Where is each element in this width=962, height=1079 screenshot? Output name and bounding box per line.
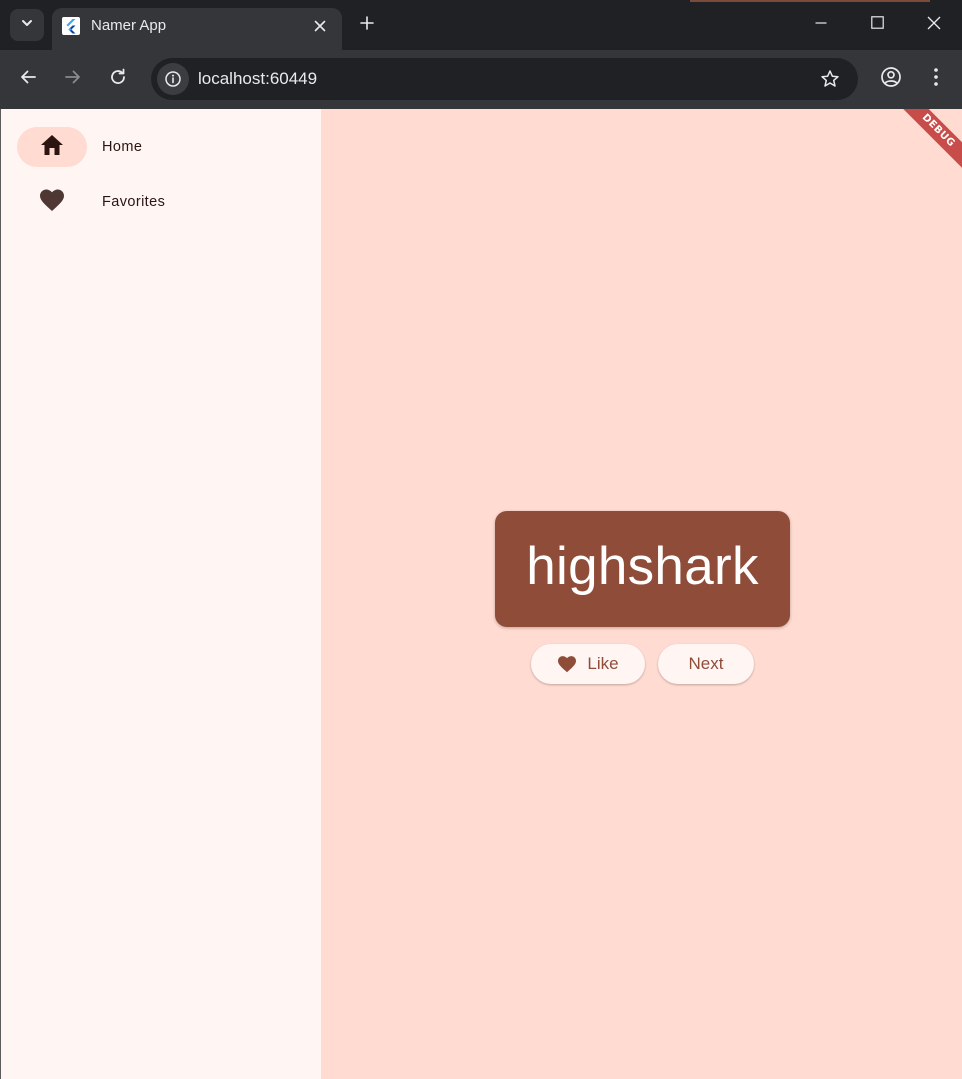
nav-item-favorites[interactable]: Favorites <box>17 182 307 222</box>
reload-button[interactable] <box>102 63 134 95</box>
browser-menu-button[interactable] <box>920 63 952 95</box>
home-icon <box>39 133 65 162</box>
word-pair-text: highshark <box>526 537 759 596</box>
heart-icon <box>557 655 577 673</box>
more-vert-icon <box>933 67 939 92</box>
close-icon <box>927 16 941 35</box>
nav-item-label: Favorites <box>102 194 166 210</box>
site-info-icon[interactable] <box>157 63 189 95</box>
arrow-right-icon <box>64 68 82 91</box>
navigation-rail: Home Favorites <box>0 109 321 1079</box>
bookmark-star-icon[interactable] <box>818 67 842 91</box>
window-close-button[interactable] <box>911 6 957 44</box>
word-pair-card: highshark <box>495 511 790 627</box>
new-tab-button[interactable] <box>352 10 382 40</box>
debug-banner: DEBUG <box>888 109 962 181</box>
arrow-left-icon <box>19 68 37 91</box>
maximize-icon <box>870 16 884 34</box>
next-button[interactable]: Next <box>658 644 754 684</box>
tab-close-icon[interactable] <box>308 14 332 38</box>
browser-tab[interactable]: Namer App <box>52 8 342 50</box>
forward-button[interactable] <box>57 63 89 95</box>
nav-item-label: Home <box>102 139 143 155</box>
namer-app: Home Favorites highshark Like Next DEBUG <box>0 109 962 1079</box>
plus-icon <box>360 15 374 35</box>
nav-indicator <box>17 182 87 222</box>
tab-search-button[interactable] <box>10 9 44 41</box>
like-button-label: Like <box>587 654 619 673</box>
profile-button[interactable] <box>875 63 907 95</box>
nav-item-home[interactable]: Home <box>17 127 307 167</box>
flutter-favicon-icon <box>62 17 80 35</box>
minimize-button[interactable] <box>798 6 844 44</box>
browser-toolbar: localhost:60449 <box>0 50 962 109</box>
heart-icon <box>39 188 65 217</box>
address-bar-url: localhost:60449 <box>198 69 318 88</box>
browser-tab-strip: Namer App <box>0 0 962 50</box>
nav-indicator <box>17 127 87 167</box>
minimize-icon <box>815 16 827 34</box>
like-button[interactable]: Like <box>531 644 645 684</box>
tab-title: Namer App <box>91 17 167 34</box>
address-bar[interactable]: localhost:60449 <box>151 58 858 100</box>
reload-icon <box>109 68 127 91</box>
maximize-button[interactable] <box>854 6 900 44</box>
chevron-down-icon <box>20 16 34 35</box>
back-button[interactable] <box>12 63 44 95</box>
window-accent-line <box>690 0 930 2</box>
next-button-label: Next <box>688 654 724 673</box>
account-circle-icon <box>880 66 902 93</box>
generator-page: highshark Like Next DEBUG <box>321 109 962 1079</box>
